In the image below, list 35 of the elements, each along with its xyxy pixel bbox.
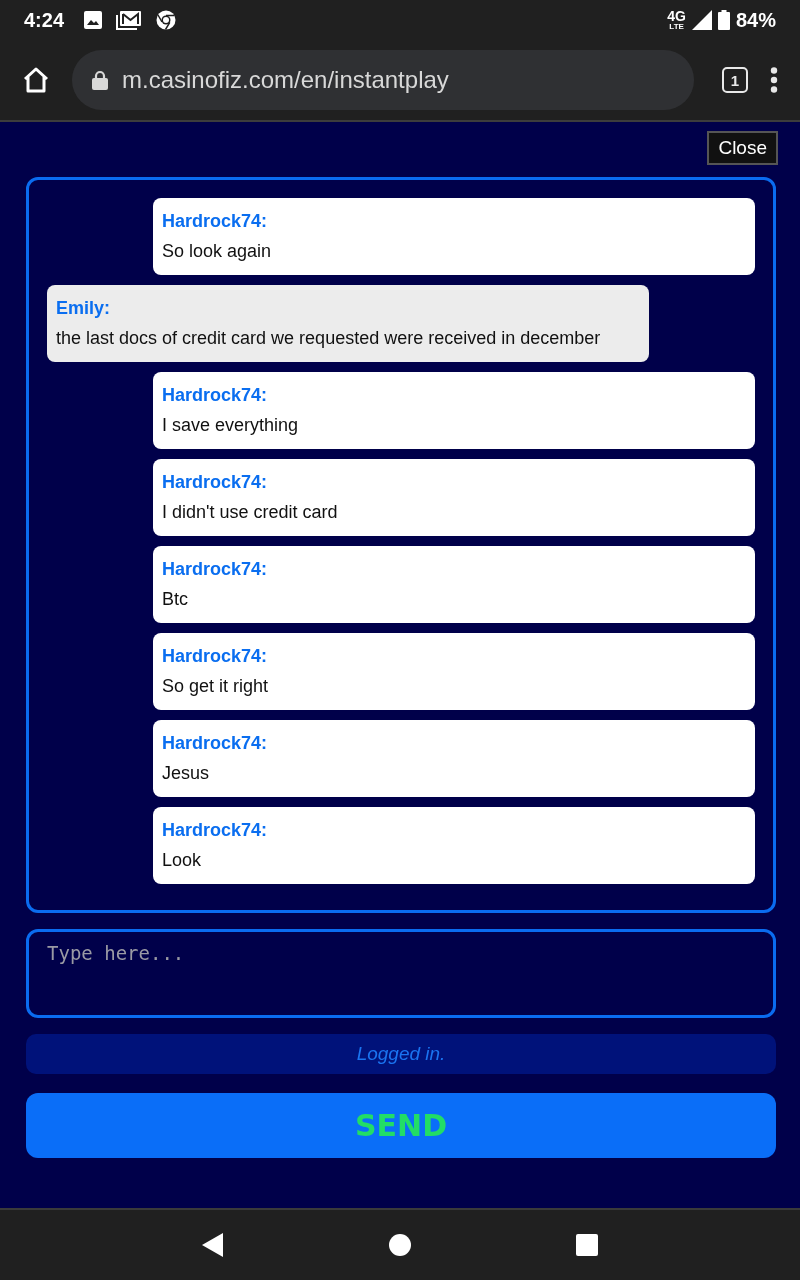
message-author: Hardrock74:: [162, 732, 269, 755]
message-text: the last docs of credit card we requested were received in december: [56, 327, 602, 350]
message-input-field[interactable]: Type here...: [26, 929, 776, 1018]
message-text: I didn't use credit card: [162, 501, 339, 524]
message-author: Hardrock74:: [162, 384, 269, 407]
message-text: Look: [162, 849, 203, 872]
clock-time: 4:24: [24, 8, 65, 32]
message-author: Hardrock74:: [162, 819, 269, 842]
battery-level: 84%: [735, 8, 776, 32]
menu-icon[interactable]: [770, 67, 778, 93]
home-icon[interactable]: [389, 1234, 411, 1256]
message-author: Hardrock74:: [162, 471, 269, 494]
message-text: Btc: [162, 588, 189, 611]
message-author: Hardrock74:: [162, 558, 269, 581]
address-bar[interactable]: m.casinofiz.com/en/instantplay: [72, 50, 694, 110]
mail-icon: [116, 10, 143, 30]
network-type: 4G LTE: [667, 9, 686, 31]
message-text: So get it right: [162, 675, 270, 698]
message-author: Hardrock74:: [162, 210, 269, 233]
message-text: I save everything: [162, 414, 300, 437]
lock-icon: [92, 70, 108, 90]
message-text: So look again: [162, 240, 273, 263]
battery-icon: [717, 10, 730, 30]
browser-icon: [156, 10, 177, 30]
login-status: Logged in.: [26, 1034, 776, 1074]
message-text: Jesus: [162, 762, 211, 785]
recents-icon[interactable]: [575, 1234, 598, 1256]
tab-count-button[interactable]: 1: [722, 67, 748, 93]
home-icon[interactable]: [22, 66, 50, 94]
image-icon: [84, 11, 103, 29]
close-button[interactable]: Close: [707, 131, 778, 165]
back-icon[interactable]: [202, 1233, 225, 1257]
signal-icon: [691, 10, 712, 30]
message-author: Hardrock74:: [162, 645, 269, 668]
message-author: Emily:: [56, 297, 112, 320]
